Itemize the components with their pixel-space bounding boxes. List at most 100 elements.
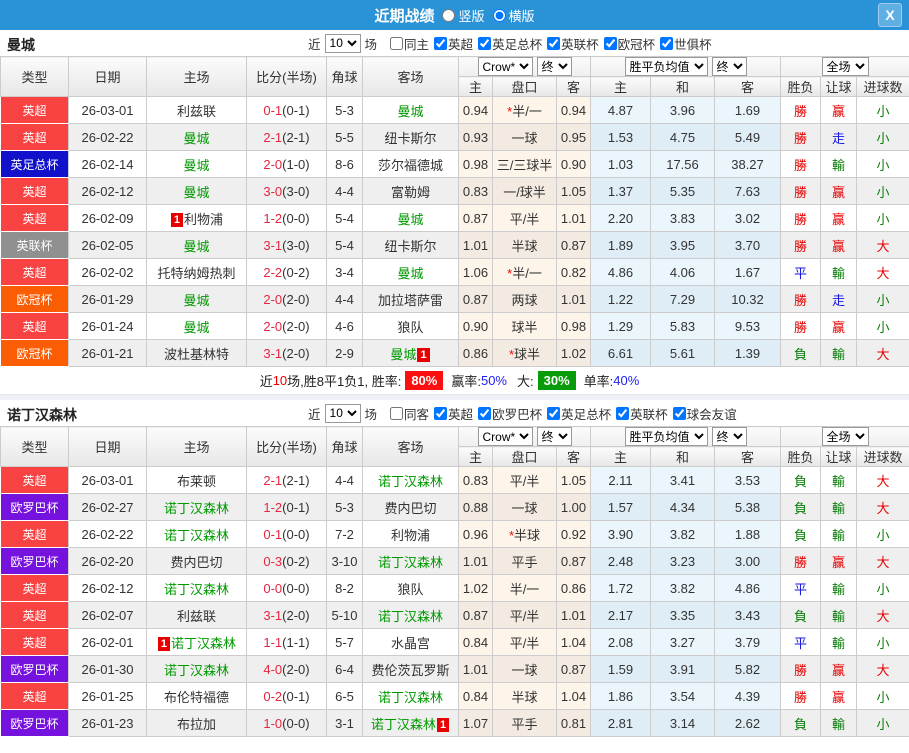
win-rate-badge: 80%	[405, 371, 444, 390]
layout-option-horizontal[interactable]: 横版	[492, 6, 535, 25]
type-badge: 英联杯	[0, 231, 69, 259]
match-row: 欧罗巴杯 26-02-27 诺丁汉森林 1-2(0-1) 5-3 费内巴切 0.88 一球 1.…	[0, 493, 909, 521]
league-filter[interactable]: 欧罗巴杯	[473, 404, 542, 423]
mean-draw: 3.82	[650, 520, 715, 548]
odds-source-select[interactable]: Crow*	[477, 427, 533, 446]
odds-time-select[interactable]: 终	[536, 427, 572, 446]
match-date: 26-02-12	[68, 574, 147, 602]
league-filter[interactable]: 英超	[429, 404, 473, 423]
sub-header-goals: 进球数	[856, 446, 909, 467]
match-row: 英超 26-02-12 诺丁汉森林 0-0(0-0) 8-2 狼队 1.02 半/一 0.86 1…	[0, 574, 909, 602]
col-header-home: 主场	[146, 56, 247, 97]
team-label: 曼城	[397, 103, 424, 119]
match-score: 1-2(0-0)	[246, 204, 327, 232]
league-filter[interactable]: 英联杯	[611, 404, 668, 423]
league-filter[interactable]: 英超	[429, 34, 473, 53]
league-checkbox[interactable]	[547, 36, 561, 50]
league-checkbox[interactable]	[478, 36, 492, 50]
sub-header-mean-home: 主	[590, 446, 651, 467]
league-checkbox[interactable]	[603, 36, 617, 50]
league-label: 球会友谊	[686, 407, 737, 422]
league-checkbox[interactable]	[434, 406, 448, 420]
match-row: 英超 26-02-22 曼城 2-1(2-1) 5-5 纽卡斯尔 0.93 一球 0.95 1.5…	[0, 123, 909, 151]
league-checkbox[interactable]	[434, 36, 448, 50]
halftime-score: (2-0)	[282, 345, 310, 361]
close-button[interactable]: X	[878, 3, 902, 27]
match-row: 英足总杯 26-02-14 曼城 2-0(1-0) 8-6 莎尔福德城 0.98 三/三球半 0…	[0, 150, 909, 178]
match-score: 3-1(2-0)	[246, 339, 327, 367]
corner-score: 3-4	[326, 258, 363, 286]
same-venue-checkbox[interactable]	[390, 406, 404, 420]
mean-time-select[interactable]: 终	[711, 57, 747, 76]
mean-type-select[interactable]: 胜平负均值	[624, 57, 708, 76]
layout-option-vertical[interactable]: 竖版	[442, 6, 485, 25]
section-header-mancity: 曼城 近 10 场 同主 英超 英足总杯 英联杯 欧冠杯 世俱杯	[0, 30, 909, 56]
same-venue-filter[interactable]: 同主	[385, 34, 429, 53]
halftime-score: (0-0)	[282, 526, 310, 542]
home-team: 曼城	[146, 231, 247, 259]
col-header-home: 主场	[146, 426, 247, 467]
red-card-badge: 1	[170, 212, 184, 227]
mean-away: 1.39	[713, 339, 782, 367]
away-team: 富勒姆	[362, 177, 459, 205]
recent-count-select[interactable]: 10	[324, 33, 361, 53]
layout-radio-horizontal[interactable]	[492, 8, 506, 22]
mean-draw: 3.41	[650, 466, 715, 494]
league-filter[interactable]: 球会友谊	[668, 404, 737, 423]
goals-cell: 大	[856, 493, 909, 521]
fulltime-score: 0-0	[263, 580, 283, 596]
red-card-badge: 1	[417, 347, 430, 362]
match-score: 2-2(0-2)	[246, 258, 327, 286]
home-team: 布伦特福德	[146, 682, 247, 710]
result-cell: 勝	[780, 96, 822, 124]
league-filter[interactable]: 欧冠杯	[599, 34, 655, 53]
league-checkbox[interactable]	[660, 36, 674, 50]
league-checkbox[interactable]	[672, 406, 686, 420]
odds-time-select[interactable]: 终	[536, 57, 572, 76]
league-checkbox[interactable]	[616, 406, 630, 420]
handicap-star: *	[508, 346, 515, 362]
result-cell: 勝	[780, 150, 822, 178]
league-filter[interactable]: 英联杯	[542, 34, 599, 53]
team-name: 诺丁汉森林	[7, 407, 77, 423]
type-badge: 欧罗巴杯	[0, 547, 69, 575]
recent-count-select[interactable]: 10	[324, 403, 361, 423]
summary-count: 10	[272, 373, 288, 388]
odds-source-select[interactable]: Crow*	[477, 57, 533, 76]
fulltime-score: 2-1	[263, 472, 283, 488]
team-label: 曼城	[397, 211, 424, 227]
league-filter[interactable]: 世俱杯	[655, 34, 712, 53]
goals-cell: 小	[856, 177, 909, 205]
match-date: 26-01-29	[68, 285, 147, 313]
scope-select[interactable]: 全场	[821, 427, 869, 446]
result-cell: 負	[780, 466, 822, 494]
same-venue-checkbox[interactable]	[390, 36, 404, 50]
fulltime-score: 1-2	[263, 210, 283, 226]
result-cell: 負	[780, 339, 822, 367]
match-row: 英超 26-02-09 1 利物浦 1-2(0-0) 5-4 曼城 0.87 平/半 1.01 2.…	[0, 204, 909, 232]
corner-score: 8-2	[326, 574, 363, 602]
handicap-result-cell: 赢	[820, 231, 858, 259]
handicap: 半球	[492, 231, 557, 259]
mean-type-select[interactable]: 胜平负均值	[624, 427, 708, 446]
mean-draw: 3.91	[650, 655, 715, 683]
league-checkbox[interactable]	[478, 406, 492, 420]
type-badge: 英超	[0, 204, 69, 232]
mean-time-select[interactable]: 终	[711, 427, 747, 446]
type-badge: 英超	[0, 520, 69, 548]
match-score: 1-1(1-1)	[246, 628, 327, 656]
same-venue-filter[interactable]: 同客	[385, 404, 429, 423]
away-team: 曼城 1	[362, 339, 459, 367]
col-header-date: 日期	[68, 56, 147, 97]
away-team: 诺丁汉森林 1	[362, 709, 459, 737]
corner-score: 5-5	[326, 123, 363, 151]
league-filter[interactable]: 英足总杯	[542, 404, 611, 423]
match-score: 0-2(0-1)	[246, 682, 327, 710]
layout-radio-vertical[interactable]	[442, 8, 456, 22]
match-date: 26-02-20	[68, 547, 147, 575]
league-filter[interactable]: 英足总杯	[473, 34, 542, 53]
league-checkbox[interactable]	[547, 406, 561, 420]
goals-cell: 大	[856, 601, 909, 629]
team-label: 诺丁汉森林	[163, 527, 229, 543]
scope-select[interactable]: 全场	[821, 57, 869, 76]
